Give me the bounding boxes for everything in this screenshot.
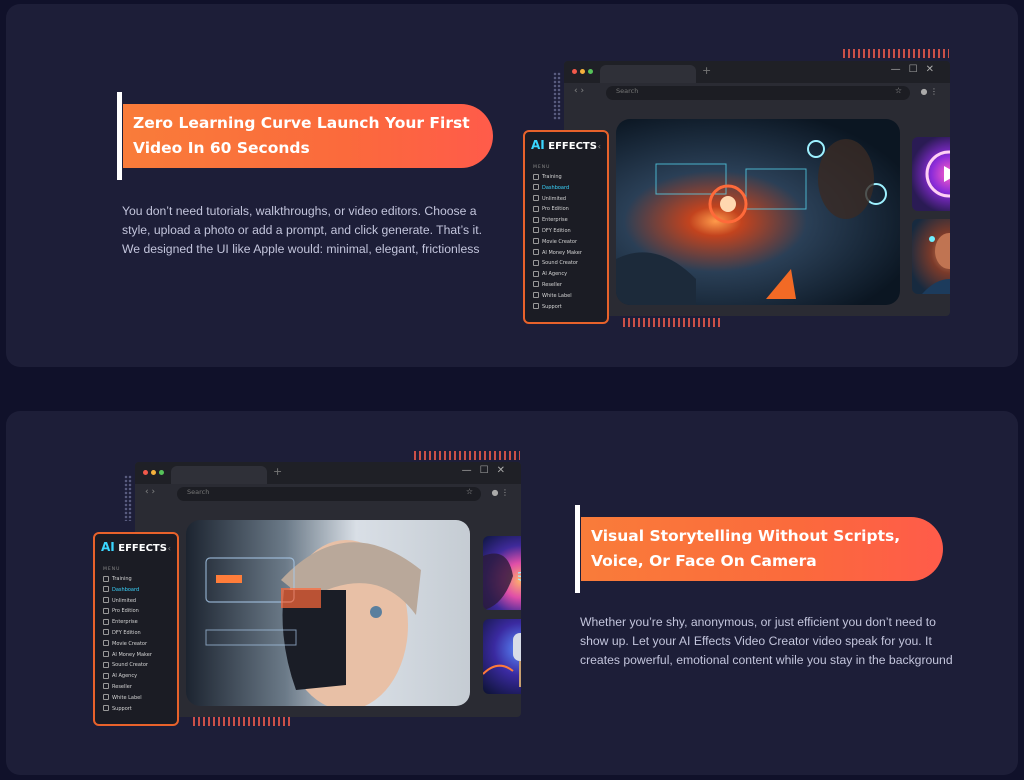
heading-accent-bar bbox=[575, 505, 580, 593]
sidebar-item-reseller[interactable]: Reseller bbox=[533, 280, 601, 291]
sidebar-item-ai-money-maker[interactable]: AI Money Maker bbox=[103, 650, 171, 661]
menu-heading: MENU bbox=[533, 165, 551, 170]
collapse-icon[interactable]: ‹ bbox=[598, 142, 601, 151]
section-heading: Zero Learning Curve Launch Your First Vi… bbox=[133, 114, 470, 157]
browser-tab[interactable] bbox=[171, 466, 267, 484]
search-placeholder: Search bbox=[187, 488, 210, 496]
sidebar-item-dashboard[interactable]: Dashboard bbox=[533, 183, 601, 194]
sidebar-item-white-label[interactable]: White Label bbox=[533, 291, 601, 302]
sidebar-item-ai-money-maker[interactable]: AI Money Maker bbox=[533, 248, 601, 259]
section-paragraph: You don’t need tutorials, walkthroughs, … bbox=[122, 204, 482, 256]
heading-accent-bar bbox=[117, 92, 122, 180]
address-bar[interactable]: Search ☆ bbox=[606, 86, 910, 100]
heading-pill: Zero Learning Curve Launch Your First Vi… bbox=[117, 92, 493, 180]
sidebar-item-reseller[interactable]: Reseller bbox=[103, 682, 171, 693]
feature-card-1: Zero Learning Curve Launch Your First Vi… bbox=[6, 4, 1018, 367]
main-video-preview[interactable] bbox=[186, 520, 470, 706]
sidebar-item-enterprise[interactable]: Enterprise bbox=[533, 215, 601, 226]
browser-tabbar: + —☐✕ bbox=[135, 462, 521, 484]
window-controls[interactable]: —☐✕ bbox=[462, 465, 513, 476]
menu-heading: MENU bbox=[103, 567, 121, 572]
heading-pill: Visual Storytelling Without Scripts, Voi… bbox=[575, 505, 943, 593]
thumbnail-preview-2[interactable] bbox=[912, 219, 950, 294]
microphone-illustration bbox=[483, 633, 521, 687]
sidebar-menu: Training Dashboard Unlimited Pro Edition… bbox=[103, 574, 171, 714]
decorative-dots bbox=[124, 475, 132, 521]
sidebar-item-enterprise[interactable]: Enterprise bbox=[103, 617, 171, 628]
section-paragraph: Whether you’re shy, anonymous, or just e… bbox=[580, 615, 953, 667]
search-placeholder: Search bbox=[616, 87, 639, 95]
new-tab-icon[interactable]: + bbox=[702, 64, 711, 77]
profile-menu-icon[interactable]: ● ⋮ bbox=[920, 87, 938, 96]
app-logo: AI EFFECTS bbox=[531, 138, 597, 152]
sidebar-item-sound-creator[interactable]: Sound Creator bbox=[103, 660, 171, 671]
section-heading: Visual Storytelling Without Scripts, Voi… bbox=[591, 527, 901, 570]
feature-card-2: + —☐✕ ‹ › Search ☆ ● ⋮ AI EFFECTS ‹ MENU… bbox=[6, 411, 1018, 775]
decorative-stripes bbox=[193, 717, 293, 726]
address-bar[interactable]: Search ☆ bbox=[177, 487, 481, 501]
sidebar-item-movie-creator[interactable]: Movie Creator bbox=[103, 639, 171, 650]
back-icon[interactable]: ‹ › bbox=[145, 487, 155, 497]
sidebar-item-training[interactable]: Training bbox=[103, 574, 171, 585]
browser-window: + —☐✕ ‹ › Search ☆ ● ⋮ bbox=[135, 462, 521, 717]
thumbnail-preview-1[interactable] bbox=[483, 536, 521, 610]
sidebar-item-unlimited[interactable]: Unlimited bbox=[533, 194, 601, 205]
sidebar-item-dashboard[interactable]: Dashboard bbox=[103, 585, 171, 596]
decorative-stripes bbox=[843, 49, 949, 58]
window-controls[interactable]: —☐✕ bbox=[891, 64, 942, 75]
hologram-illustration bbox=[616, 139, 887, 305]
sidebar-item-sound-creator[interactable]: Sound Creator bbox=[533, 258, 601, 269]
decorative-dots bbox=[553, 72, 561, 120]
app-sidebar: AI EFFECTS ‹ MENU Training Dashboard Unl… bbox=[93, 532, 179, 726]
bookmark-icon[interactable]: ☆ bbox=[895, 86, 902, 95]
thumbnail-preview-1[interactable] bbox=[912, 137, 950, 211]
sidebar-item-movie-creator[interactable]: Movie Creator bbox=[533, 237, 601, 248]
thumbnail-preview-2[interactable] bbox=[483, 619, 521, 694]
sidebar-item-pro-edition[interactable]: Pro Edition bbox=[533, 204, 601, 215]
bookmark-icon[interactable]: ☆ bbox=[466, 487, 473, 496]
app-logo: AI EFFECTS bbox=[101, 540, 167, 554]
app-sidebar: AI EFFECTS ‹ MENU Training Dashboard Unl… bbox=[523, 130, 609, 324]
sidebar-item-dfy-edition[interactable]: DFY Edition bbox=[533, 226, 601, 237]
sidebar-item-ai-agency[interactable]: AI Agency bbox=[103, 671, 171, 682]
browser-tabbar: + —☐✕ bbox=[564, 61, 950, 83]
sidebar-item-support[interactable]: Support bbox=[103, 704, 171, 715]
main-video-preview[interactable] bbox=[616, 119, 900, 305]
sidebar-item-pro-edition[interactable]: Pro Edition bbox=[103, 606, 171, 617]
portrait-illustration bbox=[922, 233, 950, 294]
sidebar-item-white-label[interactable]: White Label bbox=[103, 693, 171, 704]
sidebar-item-training[interactable]: Training bbox=[533, 172, 601, 183]
decorative-stripes bbox=[414, 451, 520, 460]
cyborg-portrait-illustration bbox=[205, 540, 421, 706]
collapse-icon[interactable]: ‹ bbox=[168, 544, 171, 553]
sidebar-menu: Training Dashboard Unlimited Pro Edition… bbox=[533, 172, 601, 312]
sidebar-item-ai-agency[interactable]: AI Agency bbox=[533, 269, 601, 280]
play-ring-illustration bbox=[925, 150, 950, 198]
back-icon[interactable]: ‹ › bbox=[574, 86, 584, 96]
profile-menu-icon[interactable]: ● ⋮ bbox=[491, 488, 509, 497]
new-tab-icon[interactable]: + bbox=[273, 465, 282, 478]
decorative-stripes bbox=[623, 318, 723, 327]
sidebar-item-dfy-edition[interactable]: DFY Edition bbox=[103, 628, 171, 639]
browser-tab[interactable] bbox=[600, 65, 696, 83]
profile-glow-illustration bbox=[483, 553, 521, 610]
sidebar-item-support[interactable]: Support bbox=[533, 302, 601, 313]
browser-window: + —☐✕ ‹ › Search ☆ ● ⋮ bbox=[564, 61, 950, 316]
sidebar-item-unlimited[interactable]: Unlimited bbox=[103, 596, 171, 607]
